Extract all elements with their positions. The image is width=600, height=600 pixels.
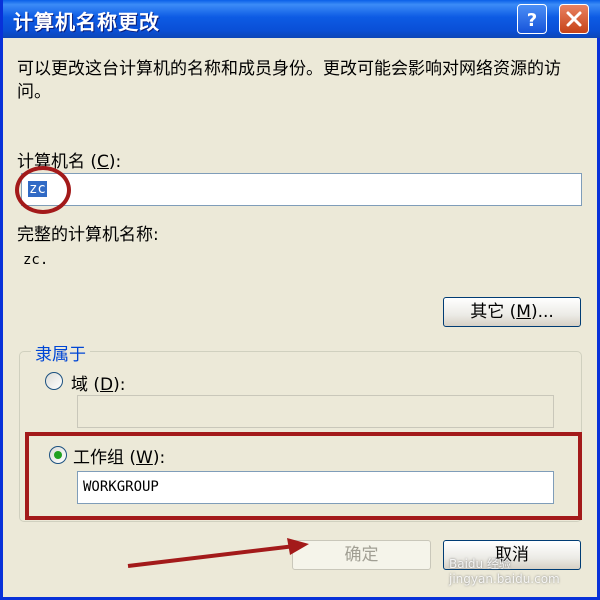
title-bar[interactable]: 计算机名称更改 ? bbox=[3, 0, 600, 38]
close-button[interactable] bbox=[559, 4, 589, 34]
full-name-label: 完整的计算机名称: bbox=[17, 225, 159, 245]
full-name-value: zc. bbox=[23, 252, 49, 268]
description-text: 可以更改这台计算机的名称和成员身份。更改可能会影响对网络资源的访问。 bbox=[17, 59, 561, 102]
window-title: 计算机名称更改 bbox=[13, 10, 160, 34]
highlight-circle-annotation bbox=[15, 166, 71, 214]
question-icon: ? bbox=[527, 10, 537, 31]
dialog-window: 计算机名称更改 ? 可以更改这台计算机的名称和成员身份。更改可能会影响对网络资源… bbox=[0, 0, 600, 600]
domain-input[interactable] bbox=[77, 395, 554, 428]
other-button[interactable]: 其它 (M)... bbox=[443, 297, 581, 327]
svg-text:?: ? bbox=[527, 10, 537, 31]
member-of-title: 隶属于 bbox=[31, 340, 90, 365]
computer-name-input[interactable]: zc bbox=[21, 173, 582, 206]
highlight-box-annotation bbox=[25, 432, 582, 520]
help-button[interactable]: ? bbox=[517, 4, 547, 34]
close-icon bbox=[566, 11, 582, 27]
domain-label: 域 (D): bbox=[71, 375, 126, 395]
ok-button[interactable]: 确定 bbox=[292, 540, 431, 570]
domain-radio[interactable] bbox=[45, 372, 63, 390]
watermark-text: Baidu 经验 jingyan.baidu.com bbox=[449, 557, 560, 586]
